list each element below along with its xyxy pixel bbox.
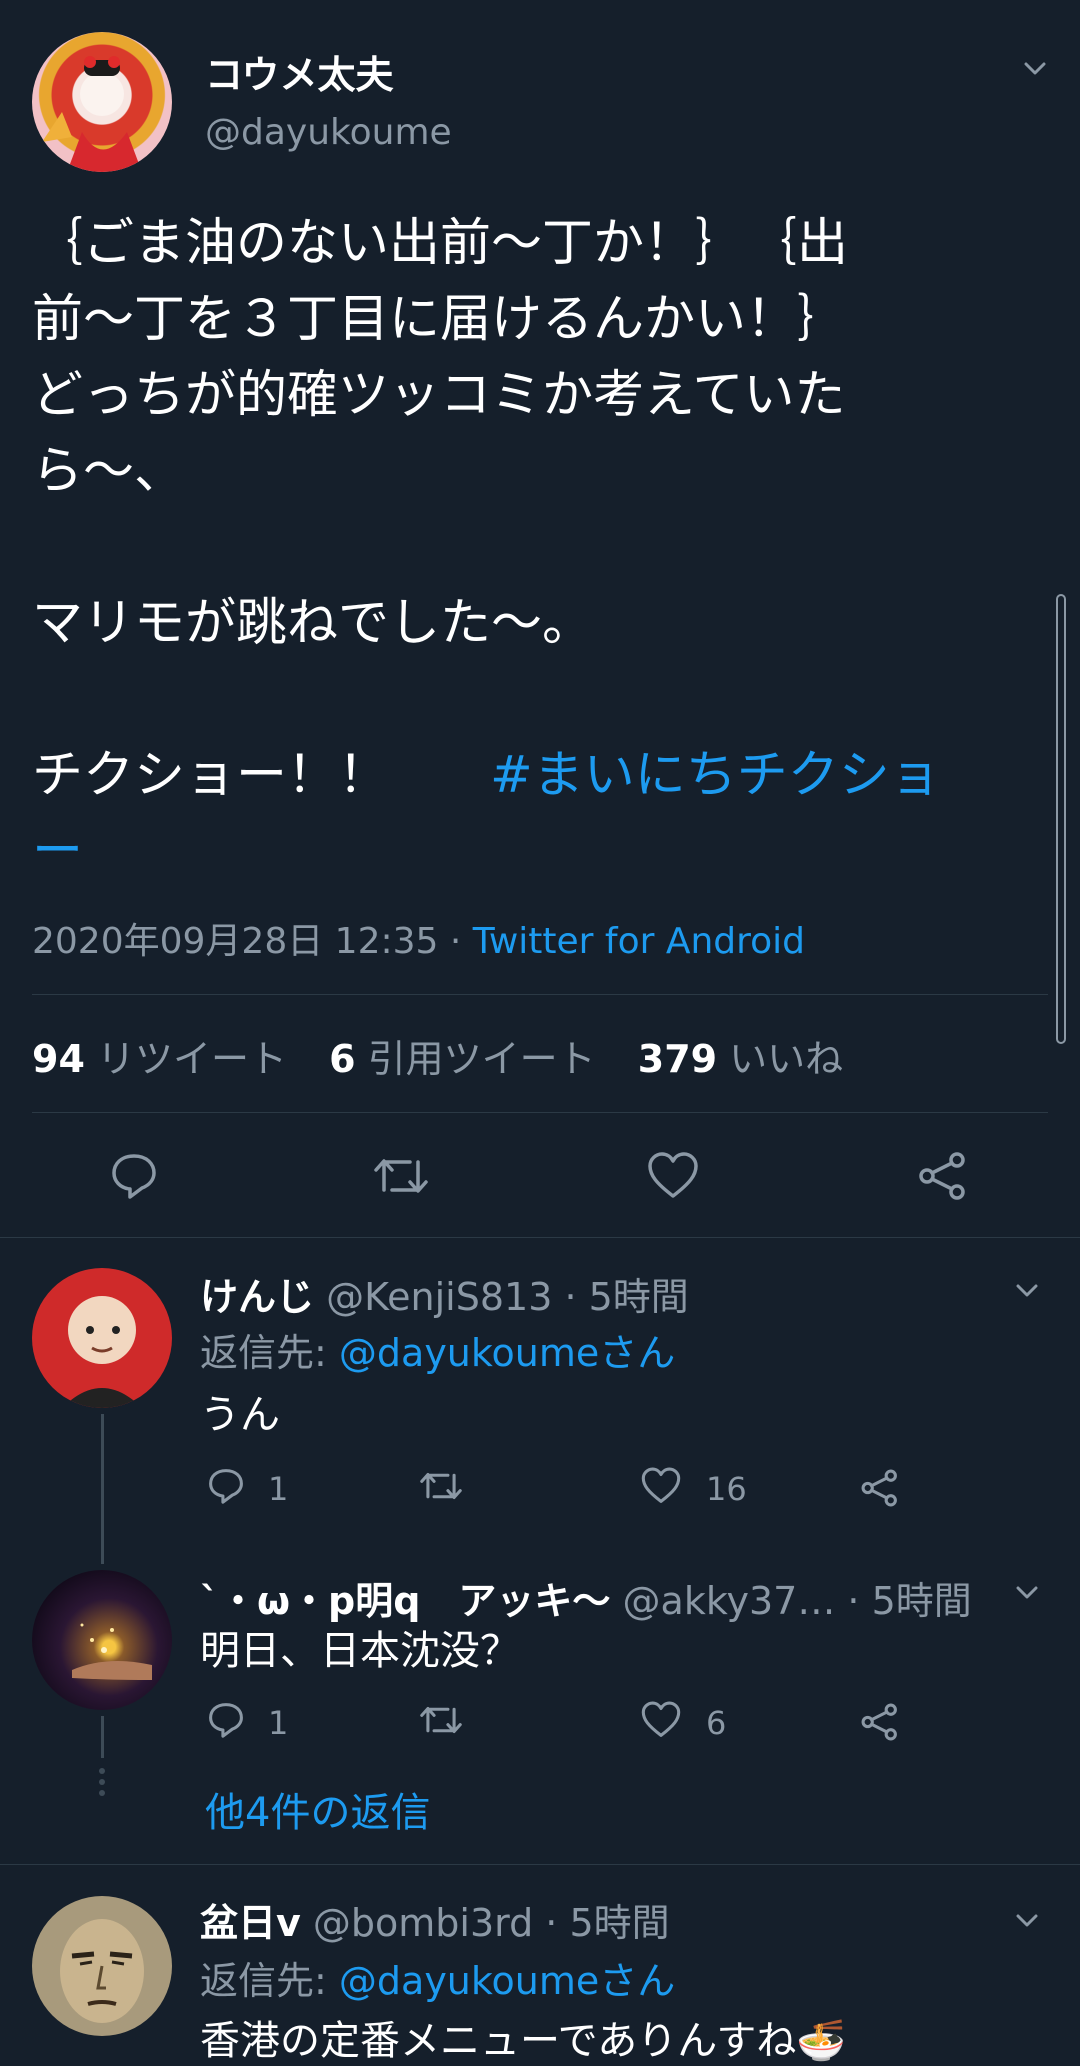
main-display-name[interactable]: コウメ太夫 — [205, 44, 393, 99]
like-icon[interactable] — [640, 1466, 682, 1506]
tweet-text-line: どっちが的確ツッコミか考えていた — [32, 366, 846, 425]
reply-avatar[interactable] — [32, 1570, 172, 1710]
retweets-stat[interactable]: 94 リツイート — [32, 1037, 287, 1081]
reply-display-name[interactable]: 盆日v — [200, 1901, 301, 1945]
retweet-icon[interactable] — [372, 1150, 430, 1202]
retweet-label: リツイート — [96, 1037, 287, 1081]
reply-header: 盆日v @bombi3rd · 5時間 — [200, 1892, 670, 1947]
reply-count: 1 — [268, 1470, 289, 1508]
share-icon[interactable] — [860, 1702, 900, 1742]
meta-separator: · — [449, 921, 462, 962]
more-replies-link[interactable]: 他4件の返信 — [205, 1780, 430, 1838]
reply-handle[interactable]: @akky37… — [623, 1579, 836, 1623]
chevron-down-icon[interactable] — [1016, 1284, 1038, 1298]
retweet-icon[interactable] — [418, 1700, 464, 1740]
chevron-down-icon[interactable] — [1024, 62, 1046, 76]
tweet-timestamp: 2020年09月28日 12:35 — [32, 921, 439, 962]
like-icon[interactable] — [640, 1700, 682, 1740]
hashtag-link-continued[interactable]: ー — [32, 814, 1052, 890]
likes-stat[interactable]: 379 いいね — [638, 1037, 843, 1081]
reply-to-label: 返信先: — [200, 1331, 327, 1375]
tweet-text-tail: チクショー！！ — [32, 746, 441, 805]
reply-handle[interactable]: @KenjiS813 — [326, 1275, 552, 1319]
reply-count: 1 — [268, 1704, 289, 1742]
main-avatar[interactable] — [32, 32, 172, 172]
reply-time[interactable]: · 5時間 — [564, 1275, 688, 1319]
thread-dots — [99, 1768, 106, 1796]
reply-time[interactable]: · 5時間 — [545, 1901, 669, 1945]
tweet-text: ｛ごま油のない出前〜丁か！｝ ｛出 前〜丁を３丁目に届けるんかい！｝ どっちが的… — [32, 206, 1052, 890]
thread-line — [101, 1716, 104, 1758]
reply-handle[interactable]: @bombi3rd — [313, 1901, 533, 1945]
chevron-down-icon[interactable] — [1016, 1586, 1038, 1600]
thread-line — [101, 1414, 104, 1564]
reply-icon[interactable] — [108, 1150, 160, 1202]
quotes-stat[interactable]: 6 引用ツイート — [329, 1037, 596, 1081]
reply-icon[interactable] — [206, 1466, 246, 1506]
like-label: いいね — [729, 1037, 844, 1081]
tweet-text-line — [32, 662, 1052, 738]
reply-display-name[interactable]: けんじ — [200, 1275, 314, 1319]
avatar-cartoon-icon — [62, 1296, 142, 1408]
like-icon[interactable] — [646, 1150, 700, 1202]
avatar-sparkle-icon — [72, 1623, 152, 1680]
divider — [32, 994, 1048, 995]
tweet-text-line — [32, 510, 1052, 586]
reply-time[interactable]: · 5時間 — [847, 1579, 971, 1623]
main-handle[interactable]: @dayukoume — [205, 112, 452, 153]
tweet-text-line: ら〜、 — [32, 442, 186, 501]
reply-to-handle[interactable]: @dayukoumeさん — [339, 1959, 675, 2003]
reply-header: けんじ @KenjiS813 · 5時間 — [200, 1266, 689, 1321]
avatar-figure-icon — [42, 56, 142, 172]
tweet-text-line: 前〜丁を３丁目に届けるんかい！｝ — [32, 290, 849, 349]
reply-avatar[interactable] — [32, 1896, 172, 2036]
tweet-source-link[interactable]: Twitter for Android — [473, 921, 805, 962]
reply-text: 明日、日本沈没？ — [200, 1628, 520, 1674]
quote-count: 6 — [329, 1037, 356, 1081]
reply-text: うん — [200, 1392, 280, 1438]
divider — [0, 1237, 1080, 1238]
tweet-meta: 2020年09月28日 12:35 · Twitter for Android — [32, 912, 805, 964]
tweet-text-line: マリモが跳ねでした〜。 — [32, 594, 594, 653]
reply-header: `・ω・p明q アッキ〜 @akky37… · 5時間 — [200, 1570, 990, 1625]
reply-to: 返信先: @dayukoumeさん — [200, 1950, 675, 2005]
like-count: 6 — [706, 1704, 727, 1742]
share-icon[interactable] — [917, 1150, 969, 1202]
retweet-count: 94 — [32, 1037, 85, 1081]
like-count: 379 — [637, 1037, 718, 1081]
tweet-stats: 94 リツイート 6 引用ツイート 379 いいね — [32, 1028, 843, 1083]
scrollbar-thumb[interactable] — [1056, 594, 1066, 1044]
quote-label: 引用ツイート — [367, 1037, 596, 1081]
divider — [0, 1864, 1080, 1865]
tweet-text-line: ｛ごま油のない出前〜丁か！｝ ｛出 — [32, 214, 849, 273]
retweet-icon[interactable] — [418, 1466, 464, 1506]
reply-icon[interactable] — [206, 1700, 246, 1740]
reply-display-name[interactable]: `・ω・p明q アッキ〜 — [200, 1579, 610, 1623]
reply-to-handle[interactable]: @dayukoumeさん — [339, 1331, 675, 1375]
reply-text: 香港の定番メニューでありんすね🍜 — [200, 2018, 847, 2064]
reply-avatar[interactable] — [32, 1268, 172, 1408]
chevron-down-icon[interactable] — [1016, 1914, 1038, 1928]
hashtag-link[interactable]: #まいにちチクショ — [490, 746, 941, 805]
like-count: 16 — [706, 1470, 747, 1508]
share-icon[interactable] — [860, 1468, 900, 1508]
reply-to: 返信先: @dayukoumeさん — [200, 1322, 675, 1377]
tweet-text-line: チクショー！！ #まいにちチクショ — [32, 738, 1052, 814]
divider — [32, 1112, 1048, 1113]
reply-to-label: 返信先: — [200, 1959, 327, 2003]
avatar-face-icon — [60, 1919, 144, 2023]
